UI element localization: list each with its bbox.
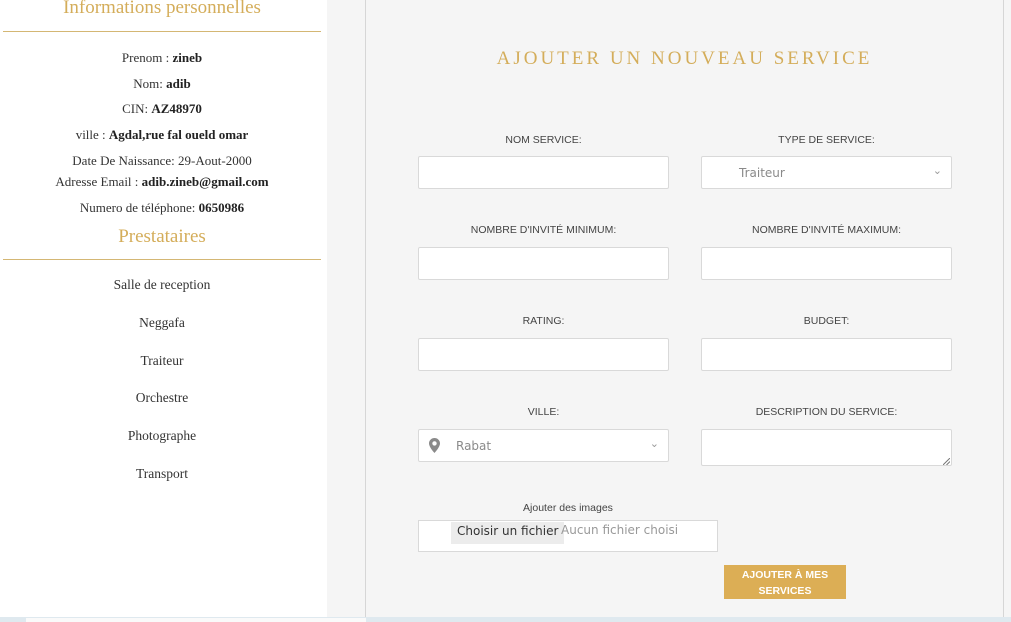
horizontal-scrollbar[interactable]: [0, 617, 1011, 622]
min-invite-label: NOMBRE D'INVITÉ MINIMUM:: [470, 224, 617, 236]
scrollbar-thumb[interactable]: [26, 618, 366, 622]
rating-label: RATING:: [522, 315, 565, 327]
add-service-button[interactable]: AJOUTER À MES SERVICES: [724, 565, 846, 599]
prestataire-transport[interactable]: Transport: [3, 466, 321, 482]
description-textarea[interactable]: [701, 429, 952, 466]
resize-handle-icon[interactable]: [943, 458, 950, 465]
info-prenom: Prenom : zineb: [121, 50, 203, 65]
info-nom: Nom: adib: [133, 76, 191, 91]
panel-border-left: [365, 0, 366, 622]
prestataires-divider: [3, 259, 321, 260]
ville-label: VILLE:: [527, 406, 560, 418]
info-ville: ville : Agdal,rue fal oueld omar: [75, 127, 249, 142]
type-service-value: Traiteur: [739, 166, 785, 180]
nom-service-input[interactable]: [418, 156, 669, 189]
location-pin-icon: [429, 438, 440, 453]
chevron-down-icon: ⌄: [932, 164, 942, 177]
prestataire-orchestre[interactable]: Orchestre: [3, 390, 321, 406]
description-wrapper: [701, 429, 952, 467]
personal-info-divider: [3, 31, 321, 32]
prestataire-photographe[interactable]: Photographe: [3, 428, 321, 444]
personal-info-title: Informations personnelles: [63, 0, 261, 18]
add-service-button-line2: SERVICES: [758, 584, 812, 597]
service-form-panel: AJOUTER UN NOUVEAU SERVICE NOM SERVICE: …: [327, 0, 1011, 622]
add-service-button-line1: AJOUTER À MES: [741, 568, 829, 581]
budget-input[interactable]: [701, 338, 952, 371]
form-title: AJOUTER UN NOUVEAU SERVICE: [496, 48, 873, 69]
type-service-label: TYPE DE SERVICE:: [778, 134, 875, 146]
chevron-down-icon: ⌄: [649, 437, 659, 450]
description-label: DESCRIPTION DU SERVICE:: [755, 406, 898, 418]
info-telephone: Numero de téléphone: 0650986: [79, 200, 245, 215]
nom-service-label: NOM SERVICE:: [505, 134, 582, 146]
ville-select[interactable]: Rabat ⌄: [418, 429, 669, 462]
info-email: Adresse Email : adib.zineb@gmail.com: [55, 174, 269, 189]
info-date-naissance: Date De Naissance: 29-Aout-2000: [72, 153, 252, 168]
info-cin: CIN: AZ48970: [122, 101, 202, 116]
panel-border-right: [1003, 0, 1004, 622]
images-label: Ajouter des images: [523, 502, 613, 514]
prestataire-salle[interactable]: Salle de reception: [3, 277, 321, 293]
no-file-text: Aucun fichier choisi: [561, 523, 679, 537]
max-invite-label: NOMBRE D'INVITÉ MAXIMUM:: [751, 224, 901, 236]
budget-label: BUDGET:: [803, 315, 850, 327]
type-service-select[interactable]: Traiteur ⌄: [701, 156, 952, 189]
prestataire-traiteur[interactable]: Traiteur: [3, 353, 321, 369]
min-invite-input[interactable]: [418, 247, 669, 280]
left-sidebar: Informations personnelles Prenom : zineb…: [0, 0, 327, 622]
max-invite-input[interactable]: [701, 247, 952, 280]
file-upload-field[interactable]: Choisir un fichier Aucun fichier choisi: [418, 520, 718, 552]
prestataire-neggafa[interactable]: Neggafa: [3, 315, 321, 331]
ville-value: Rabat: [456, 439, 492, 453]
choose-file-button[interactable]: Choisir un fichier: [451, 522, 565, 544]
prestataires-title: Prestataires: [118, 226, 206, 247]
rating-input[interactable]: [418, 338, 669, 371]
